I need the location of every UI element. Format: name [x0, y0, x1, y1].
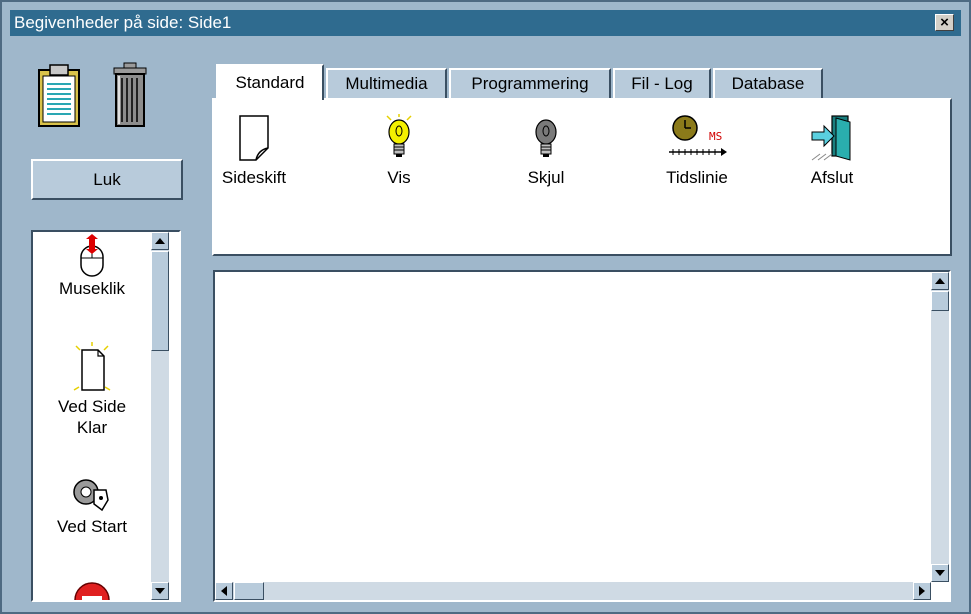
- arrow-down-icon: [935, 570, 945, 576]
- tab-label: Multimedia: [345, 74, 428, 93]
- arrow-right-icon: [919, 586, 925, 596]
- mouse-click-icon: [80, 234, 104, 277]
- arrow-up-icon: [935, 278, 945, 284]
- tab-label: Programmering: [471, 74, 589, 93]
- window-title: Begivenheder på side: Side1: [14, 13, 232, 32]
- scroll-thumb[interactable]: [234, 582, 264, 600]
- tab-fil-log[interactable]: Fil - Log: [613, 68, 711, 98]
- list-item-ved-side-klar[interactable]: Ved Side Klar: [33, 342, 151, 438]
- scroll-left-button[interactable]: [215, 582, 233, 600]
- arrow-up-icon: [155, 238, 165, 244]
- scroll-thumb[interactable]: [931, 291, 949, 311]
- tool-label: Sideskift: [221, 168, 287, 187]
- events-list-scrollbar[interactable]: [151, 232, 169, 600]
- tab-label: Fil - Log: [631, 74, 693, 93]
- tool-label: Vis: [387, 168, 411, 187]
- scroll-up-button[interactable]: [931, 272, 949, 290]
- scroll-down-button[interactable]: [931, 564, 949, 582]
- tool-afslut[interactable]: Afslut: [782, 114, 882, 188]
- tool-label: Afslut: [810, 168, 854, 187]
- list-item-label: Ved Start: [57, 517, 127, 536]
- list-item-label: Ved Side Klar: [57, 397, 127, 437]
- tab-programmering[interactable]: Programmering: [449, 68, 611, 98]
- lightbulb-on-icon: [386, 114, 412, 157]
- lightbulb-off-icon: [535, 119, 557, 157]
- list-item-ved-start[interactable]: Ved Start: [33, 476, 151, 537]
- standard-tab-panel: Sideskift Vis Skjul MS Tidslinie Afslut: [212, 98, 952, 256]
- close-button[interactable]: ×: [935, 14, 954, 31]
- stop-sign-icon: [74, 582, 110, 600]
- scroll-up-button[interactable]: [151, 232, 169, 250]
- tool-tidslinie[interactable]: MS Tidslinie: [647, 114, 747, 188]
- list-item-museklik[interactable]: Museklik: [33, 234, 151, 299]
- timeline-clock-icon: MS: [669, 115, 727, 156]
- events-window: Begivenheder på side: Side1 × Luk Musekl…: [0, 0, 971, 614]
- tab-multimedia[interactable]: Multimedia: [326, 68, 447, 98]
- tool-skjul[interactable]: Skjul: [496, 114, 596, 188]
- tool-label: Tidslinie: [666, 168, 728, 187]
- list-item-stop[interactable]: [33, 580, 151, 600]
- scroll-down-button[interactable]: [151, 582, 169, 600]
- close-icon: ×: [940, 14, 949, 31]
- start-key-icon: [73, 479, 109, 512]
- timeline-ms-label: MS: [709, 130, 722, 143]
- tool-label: Skjul: [527, 168, 565, 187]
- events-list[interactable]: Museklik Ved Side Klar Ved Start: [31, 230, 181, 602]
- tab-standard[interactable]: Standard: [216, 64, 324, 100]
- luk-button[interactable]: Luk: [31, 159, 183, 200]
- luk-button-label: Luk: [93, 169, 121, 189]
- trash-can-icon[interactable]: [112, 62, 148, 128]
- arrow-left-icon: [221, 586, 227, 596]
- title-bar[interactable]: Begivenheder på side: Side1 ×: [10, 10, 961, 36]
- actions-vertical-scrollbar[interactable]: [931, 272, 949, 582]
- exit-door-icon: [811, 115, 851, 161]
- tool-vis[interactable]: Vis: [349, 114, 449, 188]
- list-item-label: Museklik: [58, 279, 126, 298]
- tool-sideskift[interactable]: Sideskift: [204, 114, 304, 188]
- actions-horizontal-scrollbar[interactable]: [215, 582, 931, 600]
- arrow-down-icon: [155, 588, 165, 594]
- page-ready-icon: [73, 342, 111, 391]
- tab-label: Standard: [235, 73, 305, 92]
- scroll-right-button[interactable]: [913, 582, 931, 600]
- clipboard-icon[interactable]: [38, 62, 80, 128]
- event-actions-area[interactable]: [213, 270, 951, 602]
- scroll-thumb[interactable]: [151, 251, 169, 351]
- tab-database[interactable]: Database: [713, 68, 823, 98]
- tab-label: Database: [731, 74, 805, 93]
- page-break-icon: [239, 115, 269, 161]
